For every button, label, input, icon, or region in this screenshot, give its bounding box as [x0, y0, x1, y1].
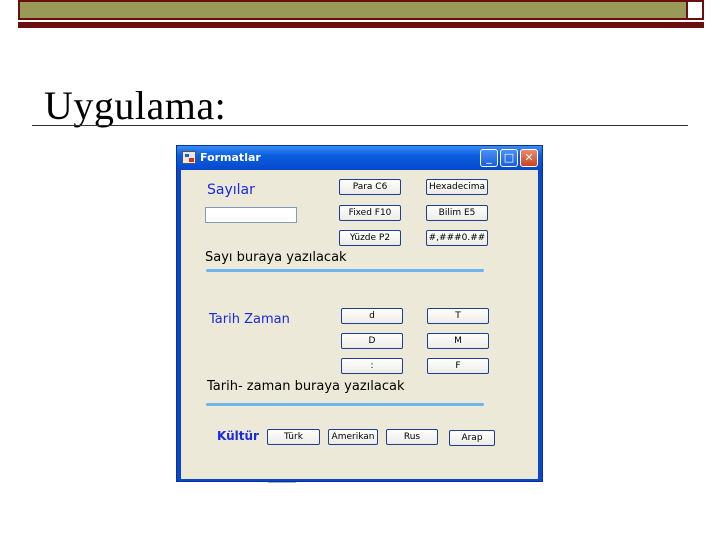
- title-underline: [32, 125, 688, 126]
- formatlar-window: Formatlar _ □ ✕ Sayılar Para C6 Hexadeci…: [176, 145, 543, 482]
- yuzde-p2-button[interactable]: Yüzde P2: [339, 230, 401, 246]
- format-D-button[interactable]: D: [341, 333, 403, 349]
- window-client-area: Sayılar Para C6 Hexadecima Fixed F10 Bil…: [181, 170, 538, 479]
- slide-top-rule: [18, 22, 704, 28]
- slide-title: Uygulama:: [44, 83, 227, 128]
- minimize-button[interactable]: _: [480, 149, 498, 167]
- datetime-label: Tarih Zaman: [209, 312, 290, 327]
- number-input[interactable]: [205, 207, 297, 223]
- format-F-button[interactable]: F: [427, 358, 489, 374]
- number-output-underline: [206, 269, 484, 272]
- app-icon: [182, 151, 196, 164]
- maximize-button[interactable]: □: [500, 149, 518, 167]
- window-shadow-line: [268, 482, 296, 483]
- culture-turk-button[interactable]: Türk: [267, 429, 320, 445]
- format-colon-button[interactable]: :: [341, 358, 403, 374]
- format-T-button[interactable]: T: [427, 308, 489, 324]
- number-output-label: Sayı buraya yazılacak: [205, 250, 347, 265]
- custom-format-button[interactable]: #,###0.##: [426, 230, 488, 246]
- hexadecimal-button[interactable]: Hexadecima: [426, 179, 488, 195]
- fixed-f10-button[interactable]: Fixed F10: [339, 205, 401, 221]
- datetime-output-label: Tarih- zaman buraya yazılacak: [207, 379, 405, 394]
- bilim-e5-button[interactable]: Bilim E5: [426, 205, 488, 221]
- format-d-button[interactable]: d: [341, 308, 403, 324]
- culture-label: Kültür: [217, 429, 259, 443]
- culture-rus-button[interactable]: Rus: [386, 429, 438, 445]
- close-button[interactable]: ✕: [520, 149, 538, 167]
- culture-amerikan-button[interactable]: Amerikan: [328, 429, 378, 445]
- numbers-label: Sayılar: [207, 182, 255, 198]
- window-titlebar[interactable]: Formatlar _ □ ✕: [177, 146, 542, 170]
- culture-arap-button[interactable]: Arap: [449, 430, 495, 446]
- format-M-button[interactable]: M: [427, 333, 489, 349]
- slide-top-bar: [18, 0, 704, 20]
- window-title: Formatlar: [200, 151, 261, 164]
- slide-top-square: [686, 0, 704, 20]
- datetime-output-underline: [206, 403, 484, 406]
- para-c6-button[interactable]: Para C6: [339, 179, 401, 195]
